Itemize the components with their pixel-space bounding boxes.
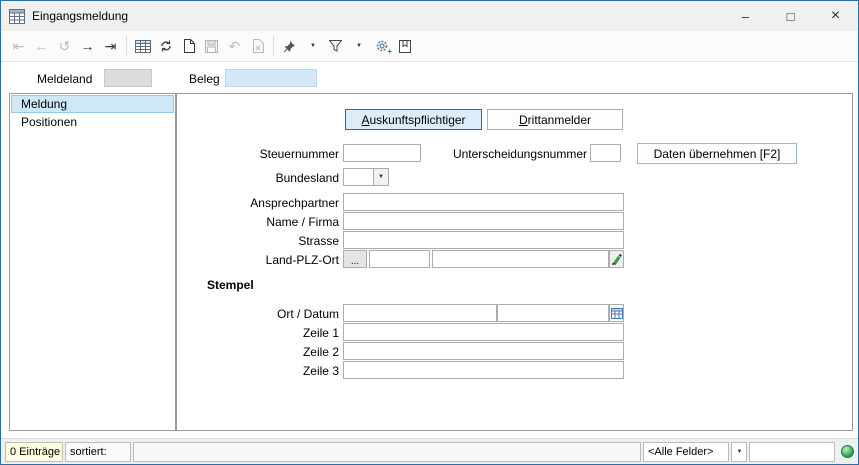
quick-search-input[interactable] <box>749 442 835 462</box>
tab-auskunftspflichtiger[interactable]: Auskunftspflichtiger <box>345 109 482 130</box>
zeile1-label: Zeile 1 <box>189 326 339 340</box>
sidebar-item-positionen[interactable]: Positionen <box>11 113 174 131</box>
plz-ort-input[interactable] <box>432 250 609 268</box>
filter-dropdown-icon[interactable]: ▼ <box>347 34 370 58</box>
zeile3-input[interactable] <box>343 361 624 379</box>
minimize-button[interactable]: – <box>723 1 768 31</box>
address-picker-button[interactable] <box>609 250 624 268</box>
maximize-button[interactable]: □ <box>768 1 813 31</box>
land-browse-button[interactable]: ... <box>343 250 367 268</box>
gear-plus-icon: + <box>387 47 392 56</box>
app-window: Eingangsmeldung – □ × ⇤ ← ↺ → ⇥ <box>0 0 859 465</box>
statusbar: 0 Einträge sortiert: <Alle Felder> ▼ <box>1 438 858 464</box>
refresh-icon[interactable] <box>154 34 177 58</box>
connection-status-icon <box>841 445 854 458</box>
ort-datum-label: Ort / Datum <box>189 307 339 321</box>
zeile2-input[interactable] <box>343 342 624 360</box>
previous-record-icon[interactable]: ← <box>30 34 53 58</box>
zeile3-label: Zeile 3 <box>189 364 339 378</box>
calendar-button[interactable] <box>609 304 624 322</box>
sort-status: sortiert: <box>65 442 131 462</box>
datum-input[interactable] <box>497 304 609 322</box>
close-button[interactable]: × <box>813 1 858 31</box>
meldeland-label: Meldeland <box>37 72 92 86</box>
undo-navigation-icon[interactable]: ↺ <box>53 34 76 58</box>
name-firma-label: Name / Firma <box>189 215 339 229</box>
chevron-down-icon: ▼ <box>378 174 384 180</box>
pin-icon[interactable] <box>278 34 301 58</box>
bookmark-icon[interactable] <box>393 34 416 58</box>
steuernummer-input[interactable] <box>343 144 421 162</box>
chevron-down-icon: ▼ <box>737 449 743 455</box>
window-controls: – □ × <box>723 1 858 31</box>
toolbar: ⇤ ← ↺ → ⇥ <box>1 31 858 62</box>
search-field-scope[interactable]: <Alle Felder> <box>643 442 729 462</box>
strasse-input[interactable] <box>343 231 624 249</box>
new-document-icon[interactable] <box>177 34 200 58</box>
save-icon[interactable] <box>200 34 223 58</box>
revert-icon[interactable]: ↶ <box>223 34 246 58</box>
filter-icon[interactable] <box>324 34 347 58</box>
bundesland-select-value <box>344 169 373 185</box>
last-record-icon[interactable]: ⇥ <box>99 34 122 58</box>
name-firma-input[interactable] <box>343 212 624 230</box>
unterscheidungsnummer-input[interactable] <box>590 144 621 162</box>
window-title: Eingangsmeldung <box>32 9 128 23</box>
calendar-icon <box>611 307 623 319</box>
beleg-field[interactable] <box>225 69 317 87</box>
stempel-heading: Stempel <box>207 278 254 292</box>
pin-dropdown-icon[interactable]: ▼ <box>301 34 324 58</box>
unterscheidungsnummer-label: Unterscheidungsnummer <box>427 147 587 161</box>
land-input[interactable] <box>369 250 430 268</box>
app-icon <box>9 9 25 24</box>
sidebar-item-meldung[interactable]: Meldung <box>11 95 174 113</box>
address-pen-icon <box>611 253 622 265</box>
land-plz-ort-label: Land-PLZ-Ort <box>189 253 339 267</box>
field-scope-dropdown-button[interactable]: ▼ <box>731 442 747 462</box>
entry-count: 0 Einträge <box>5 442 63 462</box>
main-form-panel: Auskunftspflichtiger Drittanmelder Steue… <box>176 93 853 431</box>
table-view-icon[interactable] <box>131 34 154 58</box>
status-spacer <box>133 442 641 462</box>
delete-document-icon[interactable] <box>246 34 269 58</box>
strasse-label: Strasse <box>189 234 339 248</box>
ansprechpartner-input[interactable] <box>343 193 624 211</box>
beleg-label: Beleg <box>189 72 220 86</box>
titlebar: Eingangsmeldung – □ × <box>1 1 858 31</box>
settings-gear-icon[interactable]: + <box>370 34 393 58</box>
ansprechpartner-label: Ansprechpartner <box>189 196 339 210</box>
sidebar: Meldung Positionen <box>9 93 176 431</box>
meldeland-field <box>104 69 152 87</box>
daten-uebernehmen-button[interactable]: Daten übernehmen [F2] <box>637 143 797 164</box>
zeile1-input[interactable] <box>343 323 624 341</box>
toolbar-separator <box>273 36 274 56</box>
next-record-icon[interactable]: → <box>76 34 99 58</box>
bundesland-select[interactable]: ▼ <box>343 168 389 186</box>
bundesland-dropdown-button[interactable]: ▼ <box>373 169 388 185</box>
toolbar-separator <box>126 36 127 56</box>
steuernummer-label: Steuernummer <box>189 147 339 161</box>
zeile2-label: Zeile 2 <box>189 345 339 359</box>
tab-drittanmelder[interactable]: Drittanmelder <box>487 109 623 130</box>
ort-input[interactable] <box>343 304 497 322</box>
bundesland-label: Bundesland <box>189 171 339 185</box>
first-record-icon[interactable]: ⇤ <box>7 34 30 58</box>
